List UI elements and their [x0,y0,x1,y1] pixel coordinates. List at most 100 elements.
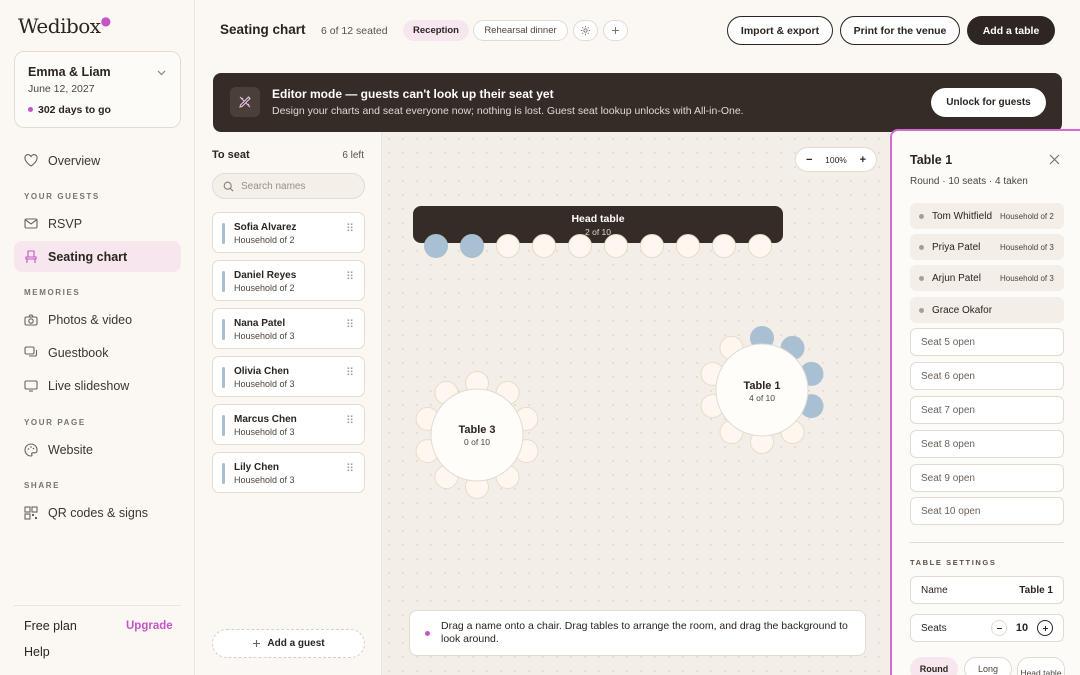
sidebar-item-seating-chart[interactable]: Seating chart [14,241,181,272]
chevron-down-icon [157,68,166,79]
unlock-for-guests-button[interactable]: Unlock for guests [931,88,1046,117]
seat-row-open[interactable]: Seat 5 open [910,328,1064,356]
guest-name: Lily Chen [234,462,280,473]
sidebar-item-qr-codes[interactable]: QR codes & signs [14,497,181,528]
upgrade-link[interactable]: Upgrade [126,620,173,632]
guest-card[interactable]: Sofia Alvarez Household of 2 ⠿ [212,212,365,253]
banner-title: Editor mode — guests can't look up their… [272,87,554,101]
table-name-field[interactable]: Name Table 1 [910,576,1064,604]
household-color-bar [222,367,225,388]
shape-long-button[interactable]: Long [964,657,1012,675]
seat-dot-icon [919,275,924,281]
seats-field: Seats 10 [910,614,1064,642]
seat-dot-icon [919,244,924,250]
head-table-seat[interactable] [676,234,700,258]
seats-decrement-button[interactable] [991,620,1007,636]
tab-settings-button[interactable] [573,20,598,41]
head-table-seat[interactable] [460,234,484,258]
drag-handle-icon[interactable]: ⠿ [346,368,354,379]
add-guest-button[interactable]: Add a guest [212,629,365,658]
seat-row-taken[interactable]: Arjun Patel Household of 3 [910,265,1064,291]
household-color-bar [222,319,225,340]
head-table-seat[interactable] [712,234,736,258]
seat-row-open[interactable]: Seat 10 open [910,497,1064,525]
guest-card[interactable]: Olivia Chen Household of 3 ⠿ [212,356,365,397]
event-date: June 12, 2027 [28,83,95,95]
guest-household: Household of 2 [234,235,295,245]
head-table-seat[interactable] [496,234,520,258]
tab-reception[interactable]: Reception [403,20,469,41]
event-name: Emma & Liam [28,65,111,79]
table-3[interactable]: Table 3 0 of 10 [415,371,539,499]
seat-guest-household: Household of 3 [1000,273,1054,283]
table-name-value[interactable]: Table 1 [1019,585,1053,596]
seat-row-taken[interactable]: Grace Okafor [910,297,1064,323]
chat-bubble-icon [24,346,38,360]
drag-handle-icon[interactable]: ⠿ [346,224,354,235]
sidebar-item-rsvp[interactable]: RSVP [14,208,181,239]
table-3-count: 0 of 10 [464,437,490,447]
seat-row-open[interactable]: Seat 7 open [910,396,1064,424]
sidebar-divider [14,605,181,606]
seat-row-taken[interactable]: Priya Patel Household of 3 [910,234,1064,260]
qr-code-icon [24,505,38,520]
sidebar: Wedibox● Emma & Liam June 12, 2027 302 d… [0,0,195,675]
seat-row-open[interactable]: Seat 9 open [910,464,1064,492]
seat-guest-name: Arjun Patel [932,272,981,284]
head-table-seat[interactable] [568,234,592,258]
household-color-bar [222,271,225,292]
table-1[interactable]: Table 1 4 of 10 [700,326,824,454]
head-table-seat[interactable] [604,234,628,258]
shape-head-table-button[interactable]: Head table [1017,657,1065,675]
sidebar-item-overview[interactable]: Overview [14,145,181,176]
guest-card[interactable]: Marcus Chen Household of 3 ⠿ [212,404,365,445]
help-link[interactable]: Help [24,645,50,659]
tab-rehearsal-dinner[interactable]: Rehearsal dinner [473,20,568,41]
shape-round-button[interactable]: Round [910,657,958,675]
household-color-bar [222,415,225,436]
head-table-seat[interactable] [640,234,664,258]
seat-row-open[interactable]: Seat 6 open [910,362,1064,390]
seat-guest-name: Tom Whitfield [932,210,993,222]
head-table[interactable]: Head table 2 of 10 [413,206,783,258]
sidebar-item-guestbook[interactable]: Guestbook [14,337,181,368]
event-switcher[interactable]: Emma & Liam June 12, 2027 302 days to go [14,51,181,128]
drag-handle-icon[interactable]: ⠿ [346,416,354,427]
head-table-seat[interactable] [424,234,448,258]
table-detail-panel: Table 1 Round · 10 seats · 4 taken Tom W… [890,129,1080,675]
add-table-button[interactable]: Add a table [967,16,1055,45]
head-table-seat[interactable] [748,234,772,258]
seat-guest-name: Grace Okafor [932,304,993,316]
panel-title: Table 1 [910,153,953,167]
sidebar-item-live-slideshow[interactable]: Live slideshow [14,370,181,401]
head-table-seat[interactable] [532,234,556,258]
seat-row-open[interactable]: Seat 8 open [910,430,1064,458]
drag-handle-icon[interactable]: ⠿ [346,464,354,475]
guest-card[interactable]: Lily Chen Household of 3 ⠿ [212,452,365,493]
plus-icon [253,640,261,647]
guest-card[interactable]: Nana Patel Household of 3 ⠿ [212,308,365,349]
add-chart-button[interactable] [603,20,628,41]
minus-icon [996,627,1002,629]
seat-guest-name: Priya Patel [932,241,981,253]
close-icon[interactable] [1049,152,1060,168]
camera-icon [24,313,38,327]
sidebar-item-photos-video[interactable]: Photos & video [14,304,181,335]
drag-handle-icon[interactable]: ⠿ [346,320,354,331]
hint-dot-icon [425,631,430,636]
search-box[interactable] [212,173,365,199]
sidebar-item-website[interactable]: Website [14,434,181,465]
print-venue-button[interactable]: Print for the venue [840,16,960,45]
logo[interactable]: Wedibox● [18,14,111,38]
drag-handle-icon[interactable]: ⠿ [346,272,354,283]
search-input[interactable] [241,180,351,192]
seating-canvas[interactable]: − 100% + Head table 2 of 10 Table 1 4 of… [382,132,890,675]
guest-card[interactable]: Daniel Reyes Household of 2 ⠿ [212,260,365,301]
panel-subtitle: Round · 10 seats · 4 taken [910,176,1028,187]
guest-household: Household of 3 [234,427,295,437]
seat-dot-icon [919,213,924,219]
seat-row-taken[interactable]: Tom Whitfield Household of 2 [910,203,1064,229]
plan-label: Free plan [24,619,77,633]
seats-increment-button[interactable] [1037,620,1053,636]
import-export-button[interactable]: Import & export [727,16,833,45]
